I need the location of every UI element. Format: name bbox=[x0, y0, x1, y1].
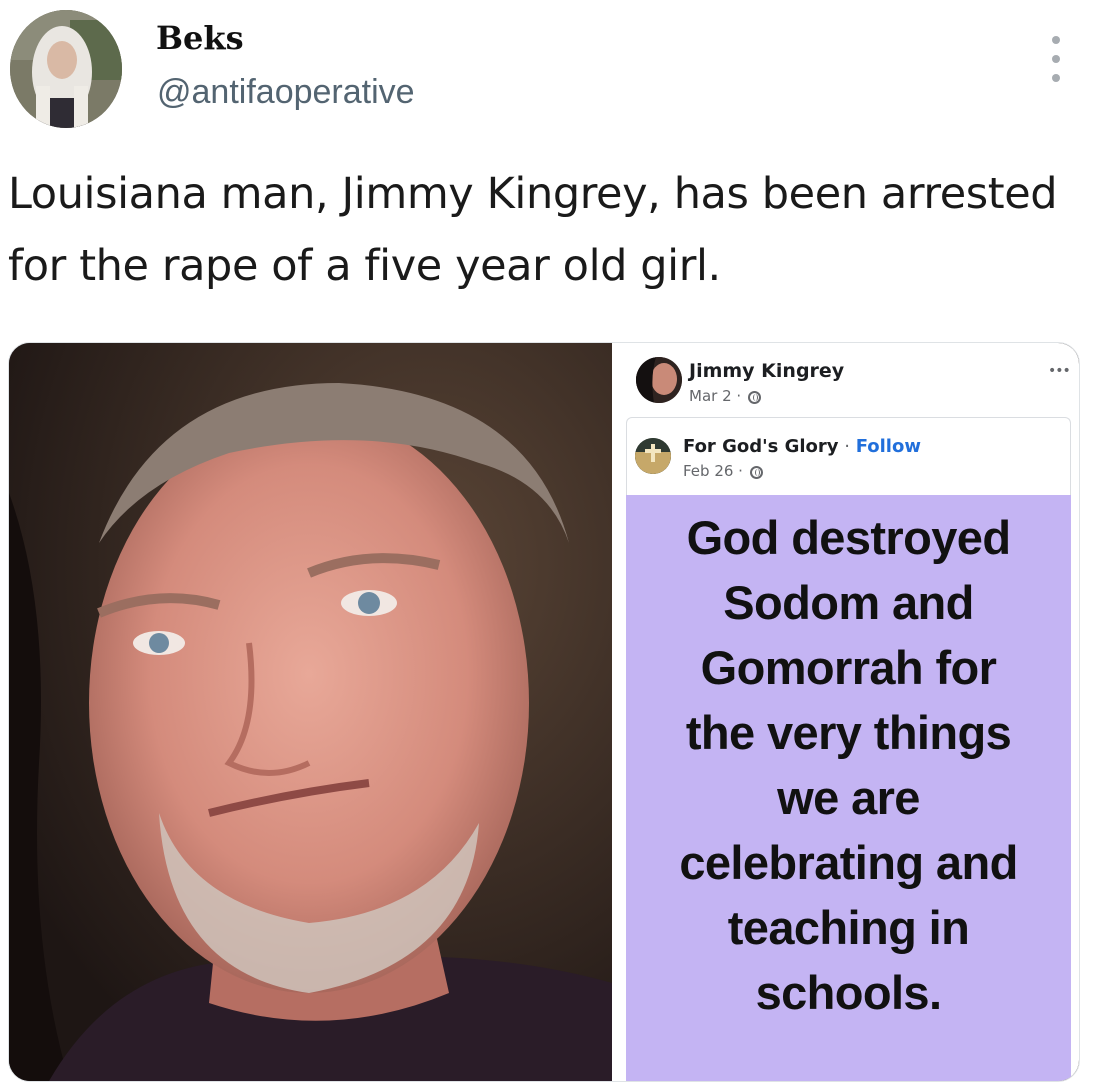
fb-page-name-line: For God's Glory · Follow bbox=[683, 436, 921, 457]
fb-post-header: Jimmy Kingrey Mar 2 · ••• bbox=[612, 343, 1079, 417]
tweet-media[interactable]: Jimmy Kingrey Mar 2 · ••• For God's Glor… bbox=[8, 342, 1080, 1082]
fb-separator: · bbox=[838, 436, 856, 457]
fb-card-text: God destroyed Sodom and Gomorrah for the… bbox=[679, 511, 1018, 1019]
more-options-icon bbox=[1052, 36, 1060, 44]
fb-page-avatar[interactable] bbox=[635, 438, 671, 474]
globe-icon bbox=[747, 391, 761, 404]
fb-post-date-text: Mar 2 · bbox=[689, 387, 742, 405]
avatar-photo bbox=[10, 10, 122, 128]
more-options-dot bbox=[1052, 55, 1060, 63]
fb-author-name[interactable]: Jimmy Kingrey bbox=[689, 360, 844, 382]
globe-icon bbox=[749, 466, 763, 479]
fb-text-card: God destroyed Sodom and Gomorrah for the… bbox=[626, 495, 1071, 1081]
fb-follow-button[interactable]: Follow bbox=[856, 436, 921, 457]
author-display-name[interactable]: Beks bbox=[156, 22, 244, 54]
fb-more-options-icon[interactable]: ••• bbox=[1048, 363, 1071, 379]
fb-page-name[interactable]: For God's Glory bbox=[683, 436, 839, 457]
man-selfie-photo bbox=[9, 343, 612, 1081]
facebook-post-screenshot: Jimmy Kingrey Mar 2 · ••• For God's Glor… bbox=[612, 343, 1079, 1081]
fb-author-avatar[interactable] bbox=[636, 357, 682, 403]
tweet-text: Louisiana man, Jimmy Kingrey, has been a… bbox=[8, 169, 1058, 291]
fb-shared-date: Feb 26 · bbox=[683, 462, 763, 480]
more-options-dot bbox=[1052, 74, 1060, 82]
more-options-button[interactable] bbox=[1036, 36, 1076, 82]
fb-shared-date-text: Feb 26 · bbox=[683, 462, 743, 480]
fb-shared-post-header: For God's Glory · Follow Feb 26 · bbox=[626, 417, 1071, 496]
fb-post-date: Mar 2 · bbox=[689, 387, 761, 405]
author-handle[interactable]: @antifaoperative bbox=[157, 75, 415, 109]
author-avatar[interactable] bbox=[10, 10, 122, 128]
